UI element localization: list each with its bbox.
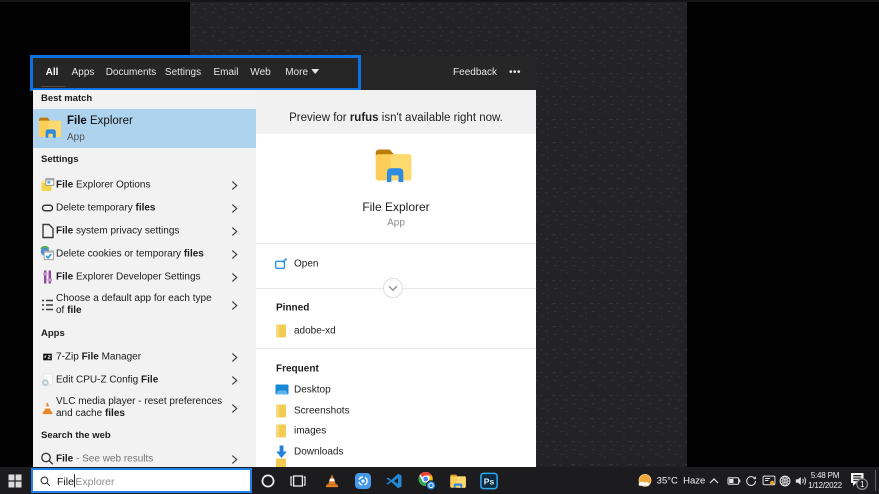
svg-text:1: 1 <box>860 479 865 488</box>
svg-text:Ps: Ps <box>483 476 494 486</box>
